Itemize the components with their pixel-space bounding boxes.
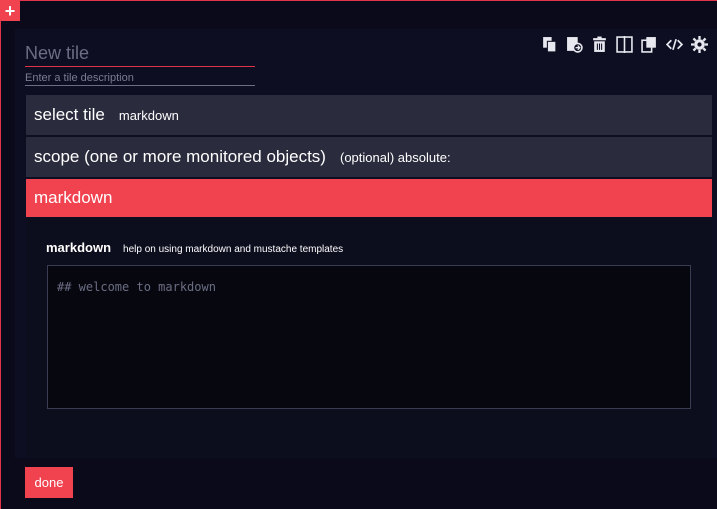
- select-tile-row[interactable]: select tile markdown: [26, 95, 712, 135]
- markdown-title: markdown: [46, 240, 112, 255]
- markdown-section-label: markdown: [34, 188, 113, 207]
- scope-label: scope (one or more monitored objects): [34, 147, 326, 166]
- duplicate-icon[interactable]: [640, 35, 659, 54]
- markdown-editor[interactable]: [47, 265, 691, 409]
- markdown-help-link[interactable]: help on using markdown and mustache temp…: [123, 244, 343, 255]
- plus-icon: +: [4, 0, 16, 21]
- code-icon[interactable]: [665, 35, 684, 54]
- scope-row[interactable]: scope (one or more monitored objects) (o…: [26, 137, 712, 177]
- tile-toolbar: [540, 35, 709, 54]
- tile-title-input[interactable]: [25, 40, 255, 67]
- add-tile-button[interactable]: +: [0, 0, 20, 21]
- select-tile-label: select tile: [34, 105, 105, 124]
- tile-description-input[interactable]: [25, 70, 255, 86]
- markdown-section-header[interactable]: markdown: [26, 179, 712, 217]
- scope-optional-label: (optional) absolute:: [339, 149, 451, 165]
- markdown-header: markdown help on using markdown and must…: [46, 240, 343, 255]
- gear-icon[interactable]: [690, 35, 709, 54]
- done-button[interactable]: done: [25, 467, 73, 498]
- split-icon[interactable]: [615, 35, 634, 54]
- copy-icon[interactable]: [540, 35, 559, 54]
- trash-icon[interactable]: [590, 35, 609, 54]
- export-icon[interactable]: [565, 35, 584, 54]
- select-tile-value: markdown: [118, 107, 179, 123]
